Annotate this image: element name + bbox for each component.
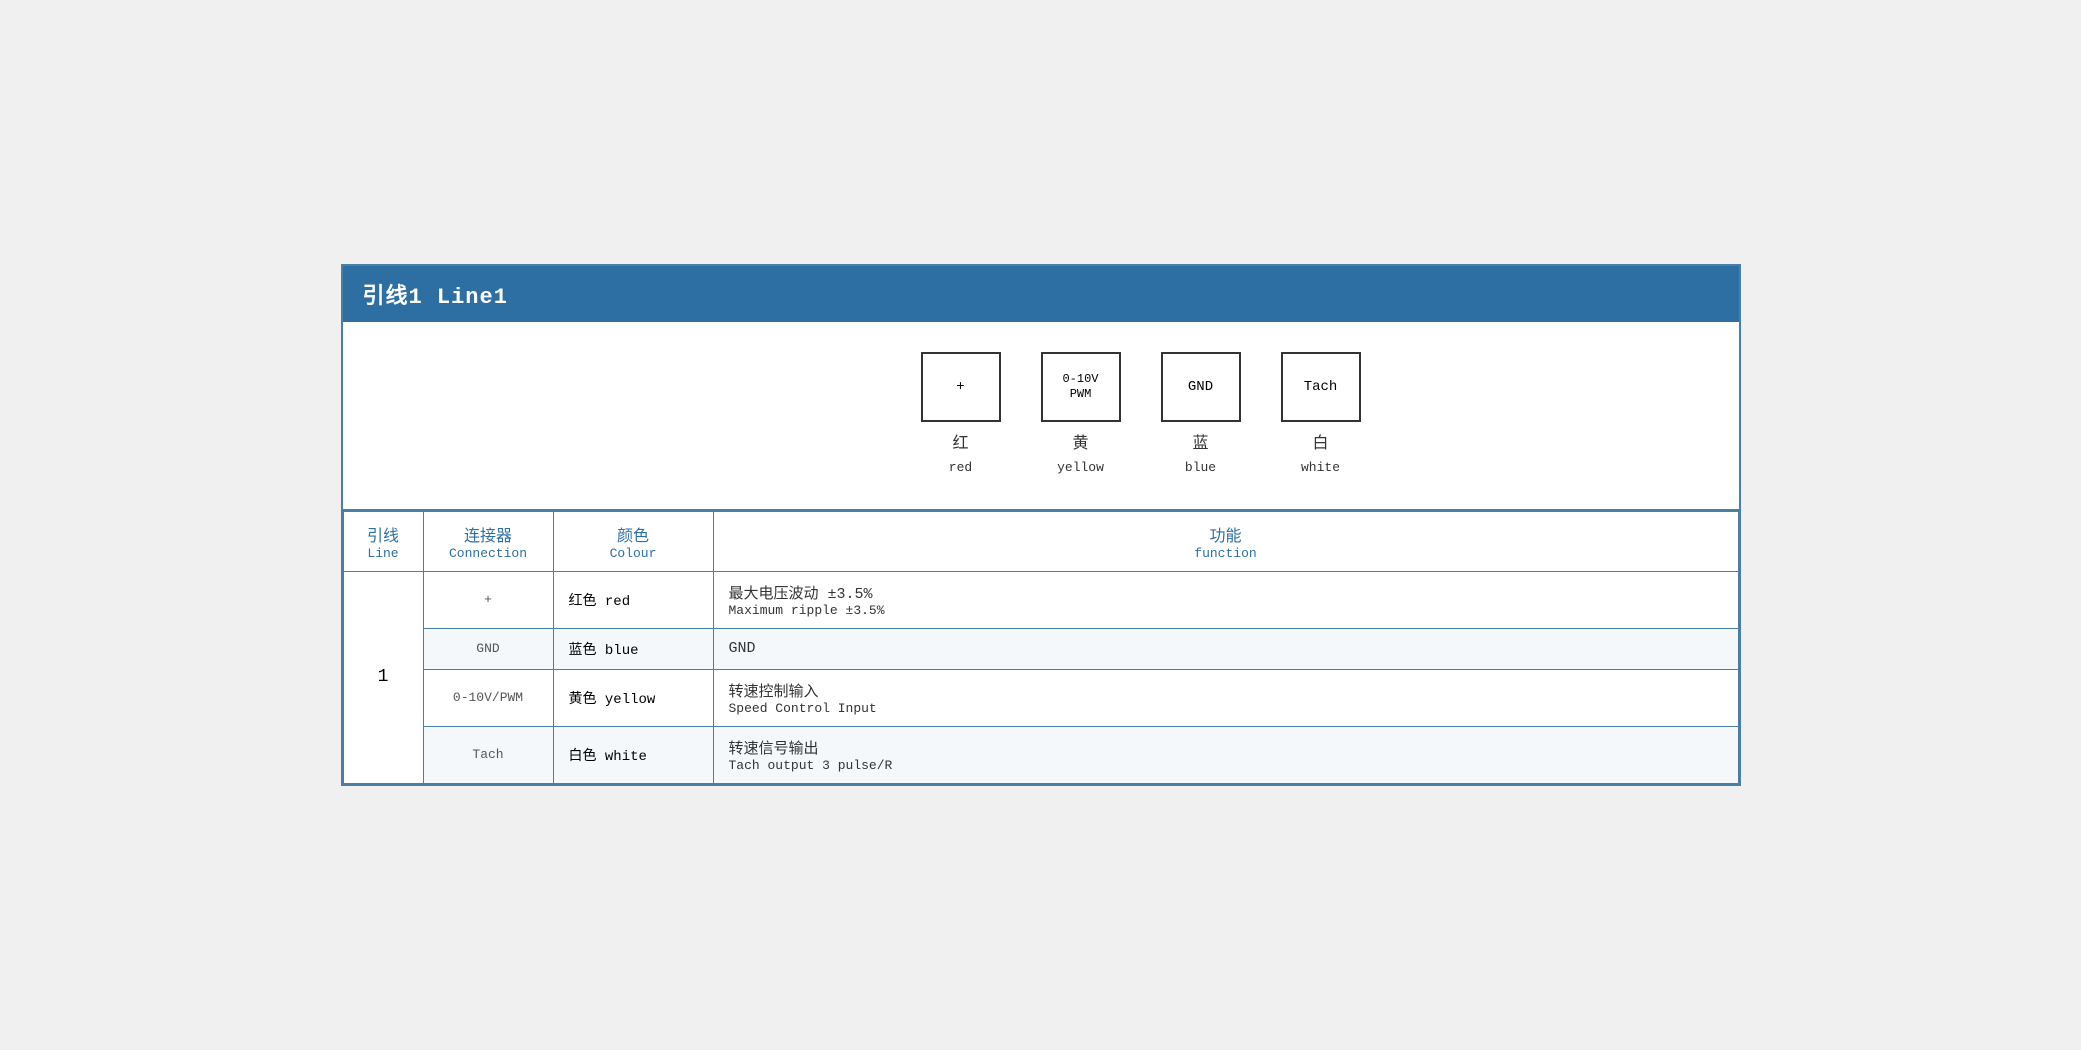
table-row: 0-10V/PWM 黄色 yellow 转速控制输入 Speed Control… — [343, 669, 1738, 726]
function-zh-gnd: GND — [729, 640, 1723, 657]
th-connection: 连接器 Connection — [423, 511, 553, 571]
th-colour: 颜色 Colour — [553, 511, 713, 571]
cell-connection-gnd: GND — [423, 628, 553, 669]
cell-line-1: 1 — [343, 571, 423, 783]
connector-plus: + 红 red — [921, 352, 1001, 478]
th-colour-en: Colour — [569, 546, 698, 561]
table-row: 1 + 红色 red 最大电压波动 ±3.5% Maximum ripple ±… — [343, 571, 1738, 628]
th-function-zh: 功能 — [729, 522, 1723, 546]
cell-colour-tach: 白色 white — [553, 726, 713, 783]
main-container: 引线1 Line1 + 红 red 0-10VPWM 黄 yellow GND — [341, 264, 1741, 785]
function-en-plus: Maximum ripple ±3.5% — [729, 603, 1723, 618]
connector-tach: Tach 白 white — [1281, 352, 1361, 478]
th-function: 功能 function — [713, 511, 1738, 571]
connector-label-pwm: 黄 yellow — [1057, 432, 1104, 478]
function-zh-pwm: 转速控制输入 — [729, 680, 1723, 701]
connector-en-gnd: blue — [1185, 458, 1216, 479]
connector-zh-pwm: 黄 — [1072, 432, 1088, 458]
th-connection-en: Connection — [439, 546, 538, 561]
th-line-zh: 引线 — [359, 522, 408, 546]
connector-label-gnd: 蓝 blue — [1185, 432, 1216, 478]
connectors-diagram: + 红 red 0-10VPWM 黄 yellow GND 蓝 blue — [921, 352, 1361, 478]
th-line: 引线 Line — [343, 511, 423, 571]
table-row: Tach 白色 white 转速信号输出 Tach output 3 pulse… — [343, 726, 1738, 783]
table-section: 引线 Line 连接器 Connection 颜色 Colour 功能 func… — [343, 511, 1739, 784]
header-title: 引线1 Line1 — [363, 285, 508, 310]
function-zh-tach: 转速信号输出 — [729, 737, 1723, 758]
connector-en-plus: red — [949, 458, 972, 479]
section-header: 引线1 Line1 — [343, 266, 1739, 322]
th-function-en: function — [729, 546, 1723, 561]
connector-zh-tach: 白 — [1312, 432, 1328, 458]
connector-box-plus: + — [921, 352, 1001, 422]
connector-box-tach: Tach — [1281, 352, 1361, 422]
cell-function-plus: 最大电压波动 ±3.5% Maximum ripple ±3.5% — [713, 571, 1738, 628]
cell-function-pwm: 转速控制输入 Speed Control Input — [713, 669, 1738, 726]
cell-connection-plus: + — [423, 571, 553, 628]
function-zh-plus: 最大电压波动 ±3.5% — [729, 582, 1723, 603]
connector-zh-gnd: 蓝 — [1192, 432, 1208, 458]
table-header-row: 引线 Line 连接器 Connection 颜色 Colour 功能 func… — [343, 511, 1738, 571]
table-row: GND 蓝色 blue GND — [343, 628, 1738, 669]
th-line-en: Line — [359, 546, 408, 561]
cell-colour-plus: 红色 red — [553, 571, 713, 628]
cell-function-tach: 转速信号输出 Tach output 3 pulse/R — [713, 726, 1738, 783]
diagram-section: + 红 red 0-10VPWM 黄 yellow GND 蓝 blue — [343, 322, 1739, 510]
connector-en-tach: white — [1301, 458, 1340, 479]
connector-gnd: GND 蓝 blue — [1161, 352, 1241, 478]
cell-connection-pwm: 0-10V/PWM — [423, 669, 553, 726]
connector-zh-plus: 红 — [952, 432, 968, 458]
function-en-tach: Tach output 3 pulse/R — [729, 758, 1723, 773]
connector-label-tach: 白 white — [1301, 432, 1340, 478]
connector-en-pwm: yellow — [1057, 458, 1104, 479]
function-en-pwm: Speed Control Input — [729, 701, 1723, 716]
connector-box-gnd: GND — [1161, 352, 1241, 422]
connector-box-pwm: 0-10VPWM — [1041, 352, 1121, 422]
cell-colour-pwm: 黄色 yellow — [553, 669, 713, 726]
th-colour-zh: 颜色 — [569, 522, 698, 546]
cell-connection-tach: Tach — [423, 726, 553, 783]
cell-colour-gnd: 蓝色 blue — [553, 628, 713, 669]
cell-function-gnd: GND — [713, 628, 1738, 669]
wiring-table: 引线 Line 连接器 Connection 颜色 Colour 功能 func… — [343, 511, 1739, 784]
connector-pwm: 0-10VPWM 黄 yellow — [1041, 352, 1121, 478]
connector-label-plus: 红 red — [949, 432, 972, 478]
th-connection-zh: 连接器 — [439, 522, 538, 546]
